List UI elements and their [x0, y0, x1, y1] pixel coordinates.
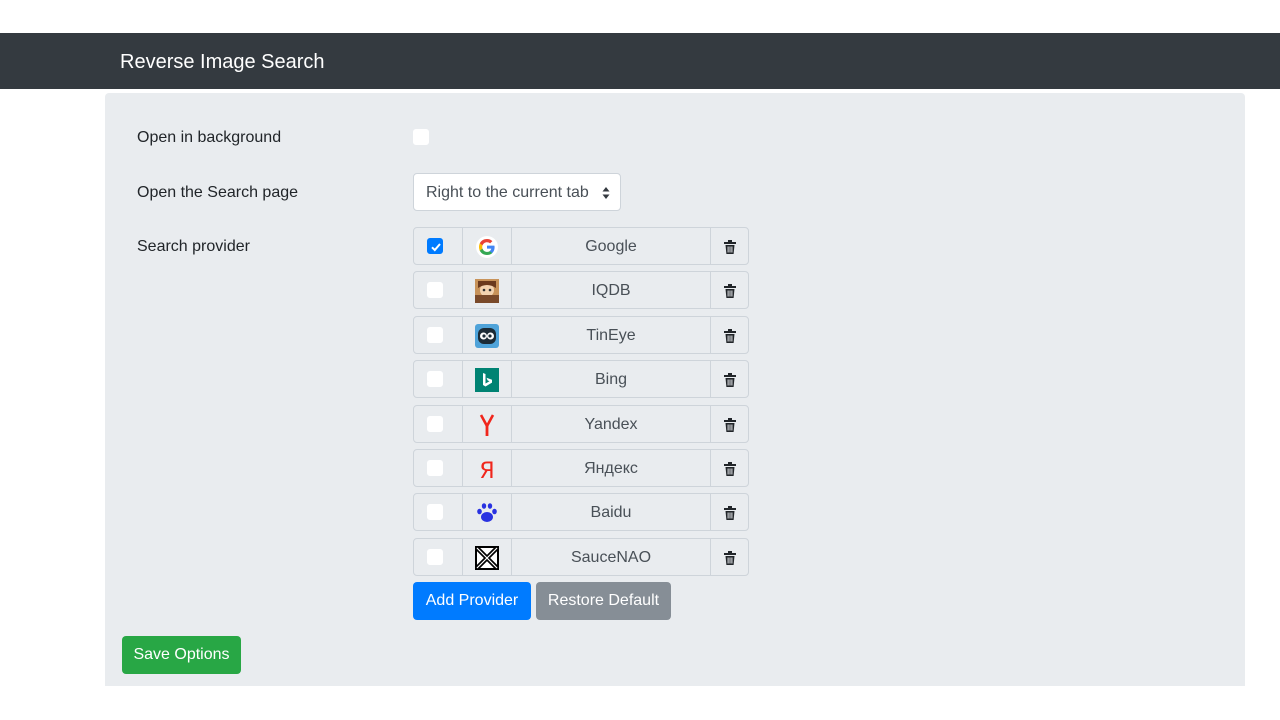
provider-icon-cell	[462, 405, 512, 443]
provider-icon-cell	[462, 493, 512, 531]
open-search-page-label: Open the Search page	[137, 184, 299, 201]
delete-provider-button[interactable]	[710, 316, 749, 354]
trash-icon	[724, 418, 736, 437]
provider-row: TinEye	[413, 316, 749, 354]
provider-icon-cell: Я	[462, 449, 512, 487]
provider-enabled-checkbox[interactable]	[427, 549, 443, 565]
trash-icon	[724, 551, 736, 570]
provider-name: Google	[585, 238, 637, 255]
provider-enabled-checkbox[interactable]	[427, 371, 443, 387]
trash-icon	[724, 462, 736, 481]
provider-icon-cell	[462, 316, 512, 354]
trash-icon	[724, 373, 736, 392]
options-panel: Open in background Open the Search page …	[105, 93, 1245, 686]
provider-enabled-checkbox[interactable]	[427, 327, 443, 343]
provider-row: Baidu	[413, 493, 749, 531]
open-in-background-label: Open in background	[137, 129, 282, 146]
google-icon	[475, 235, 499, 259]
provider-name-cell[interactable]: Yandex	[511, 405, 711, 443]
svg-text:Я: Я	[479, 459, 494, 481]
yandex-ru-icon: Я	[475, 457, 499, 484]
trash-icon	[724, 506, 736, 525]
open-in-background-checkbox[interactable]	[413, 129, 429, 145]
delete-provider-button[interactable]	[710, 493, 749, 531]
provider-name-cell[interactable]: TinEye	[511, 316, 711, 354]
provider-enabled-cell	[413, 538, 463, 576]
provider-enabled-cell	[413, 227, 463, 265]
add-provider-button[interactable]: Add Provider	[413, 582, 531, 620]
delete-provider-button[interactable]	[710, 360, 749, 398]
provider-name: IQDB	[591, 282, 631, 299]
search-provider-label: Search provider	[137, 238, 250, 255]
tineye-icon	[475, 324, 499, 348]
baidu-icon	[475, 501, 499, 525]
bing-icon	[475, 368, 499, 392]
delete-provider-button[interactable]	[710, 227, 749, 265]
provider-enabled-checkbox[interactable]	[427, 504, 443, 520]
provider-row: Bing	[413, 360, 749, 398]
provider-name-cell[interactable]: Google	[511, 227, 711, 265]
provider-name: Bing	[594, 371, 628, 388]
provider-icon-cell	[462, 538, 512, 576]
provider-row: SauceNAO	[413, 538, 749, 576]
provider-enabled-checkbox[interactable]	[427, 282, 443, 298]
provider-enabled-cell	[413, 449, 463, 487]
provider-name-cell[interactable]: IQDB	[511, 271, 711, 309]
provider-name: TinEye	[586, 327, 636, 344]
provider-name-cell[interactable]: Bing	[511, 360, 711, 398]
provider-row: IQDB	[413, 271, 749, 309]
iqdb-icon	[475, 279, 499, 303]
trash-icon	[724, 284, 736, 303]
provider-enabled-cell	[413, 493, 463, 531]
app-title: Reverse Image Search	[120, 51, 325, 73]
provider-enabled-cell	[413, 271, 463, 309]
trash-icon	[724, 240, 736, 259]
provider-name: SauceNAO	[570, 549, 652, 566]
provider-icon-cell	[462, 360, 512, 398]
open-search-page-value: Right to the current tab	[426, 184, 589, 201]
delete-provider-button[interactable]	[710, 449, 749, 487]
provider-enabled-cell	[413, 316, 463, 354]
open-search-page-select[interactable]: Right to the current tab	[413, 173, 621, 211]
trash-icon	[724, 329, 736, 348]
delete-provider-button[interactable]	[710, 271, 749, 309]
provider-name: Baidu	[590, 504, 632, 521]
delete-provider-button[interactable]	[710, 405, 749, 443]
restore-default-button[interactable]: Restore Default	[536, 582, 671, 620]
delete-provider-button[interactable]	[710, 538, 749, 576]
provider-enabled-checkbox[interactable]	[427, 460, 443, 476]
provider-row: Google	[413, 227, 749, 265]
provider-name-cell[interactable]: Baidu	[511, 493, 711, 531]
provider-enabled-cell	[413, 360, 463, 398]
provider-enabled-checkbox[interactable]	[427, 416, 443, 432]
provider-name: Yandex	[584, 416, 638, 433]
provider-icon-cell	[462, 271, 512, 309]
provider-row: Я Яндекс	[413, 449, 749, 487]
provider-name: Яндекс	[584, 460, 638, 477]
provider-row: Yandex	[413, 405, 749, 443]
navbar: Reverse Image Search	[0, 33, 1280, 89]
yandex-icon	[475, 413, 499, 437]
provider-name-cell[interactable]: SauceNAO	[511, 538, 711, 576]
saucenao-icon	[475, 546, 499, 570]
provider-name-cell[interactable]: Яндекс	[511, 449, 711, 487]
provider-icon-cell	[462, 227, 512, 265]
save-options-button[interactable]: Save Options	[122, 636, 241, 674]
provider-enabled-cell	[413, 405, 463, 443]
provider-enabled-checkbox[interactable]	[427, 238, 443, 254]
select-arrows-icon	[602, 187, 610, 199]
